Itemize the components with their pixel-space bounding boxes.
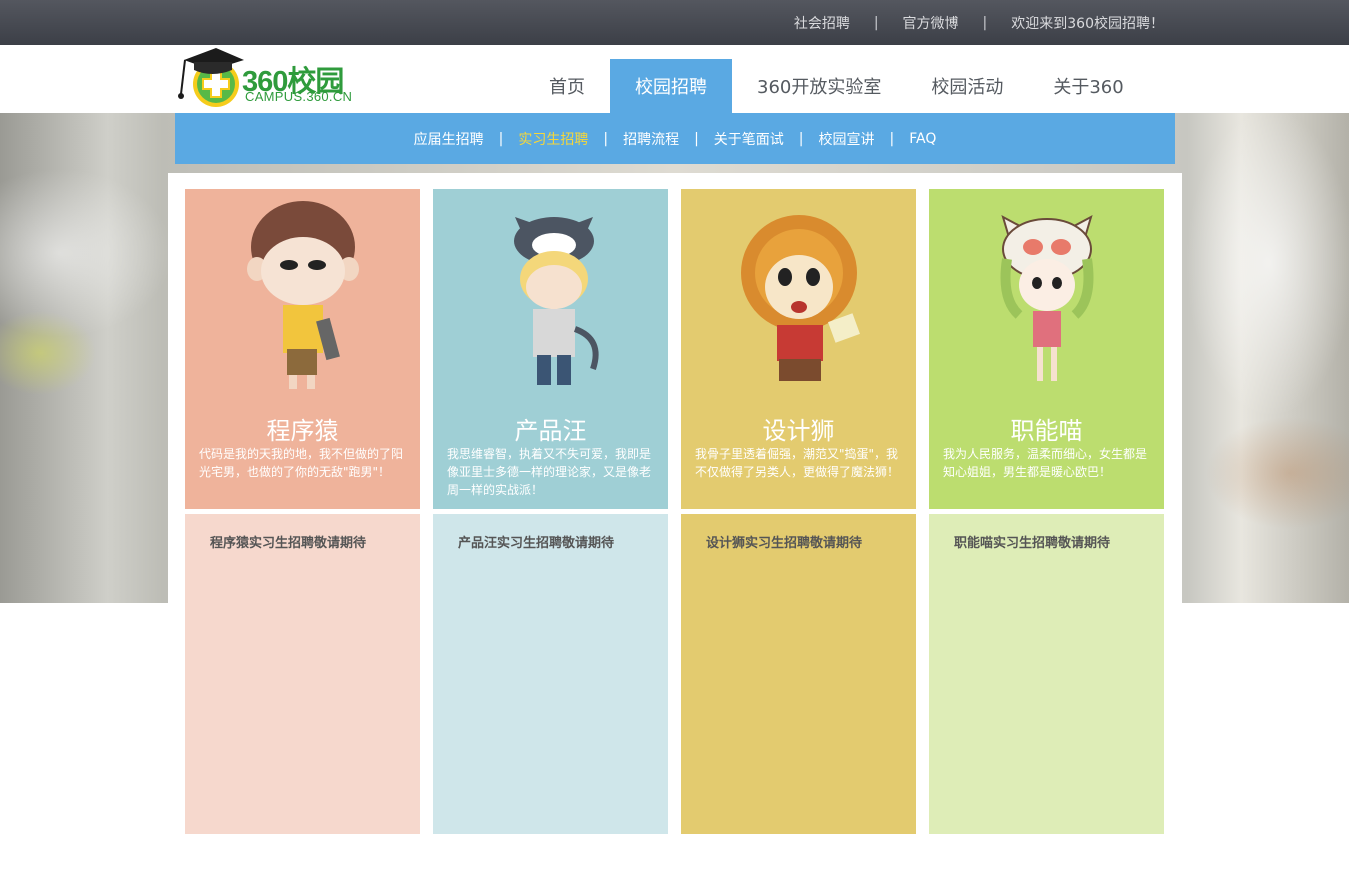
card-title: 职能喵 (1010, 417, 1083, 445)
card-notice: 设计狮实习生招聘敬请期待 (706, 536, 863, 551)
husky-product-icon (514, 217, 599, 385)
monkey-programmer-icon (247, 201, 359, 389)
card-top[interactable]: 产品汪 我思维睿智，执着又不失可爱，我即是像亚里士多德一样的理论家，又是像老周一… (433, 189, 668, 509)
separator: | (498, 130, 504, 147)
top-links: 社会招聘 | 官方微博 | 欢迎来到360校园招聘！ (794, 0, 1164, 45)
separator: | (798, 130, 804, 147)
sub-nav-presentation[interactable]: 校园宣讲 (819, 129, 875, 149)
graduation-cap-logo-icon (178, 48, 244, 107)
nav-item-campus-recruit[interactable]: 校园招聘 (610, 59, 732, 113)
sub-nav-process[interactable]: 招聘流程 (623, 129, 679, 149)
social-recruit-link[interactable]: 社会招聘 (794, 13, 850, 33)
card-bottom[interactable]: 设计狮实习生招聘敬请期待 (681, 514, 916, 834)
card-title: 设计狮 (762, 417, 835, 445)
card-title: 产品汪 (514, 417, 587, 445)
nav-item-campus-activity[interactable]: 校园活动 (906, 59, 1028, 113)
sub-nav-graduate[interactable]: 应届生招聘 (414, 129, 484, 149)
card-description: 我为人民服务，温柔而细心，女生都是知心姐姐，男生都是暖心欧巴！ (943, 447, 1148, 479)
card-description: 我思维睿智，执着又不失可爱，我即是像亚里士多德一样的理论家，又是像老周一样的实战… (447, 447, 652, 497)
sub-nav-intern[interactable]: 实习生招聘 (518, 129, 588, 149)
nav-item-open-lab[interactable]: 360开放实验室 (732, 59, 906, 113)
separator: | (873, 14, 879, 31)
content-panel: 程序猿 代码是我的天我的地，我不但做的了阳光宅男，也做的了你的无敌"跑男"！ 程… (168, 173, 1182, 853)
card-top[interactable]: 程序猿 代码是我的天我的地，我不但做的了阳光宅男，也做的了你的无敌"跑男"！ (185, 189, 420, 509)
separator: | (603, 130, 609, 147)
card-description: 代码是我的天我的地，我不但做的了阳光宅男，也做的了你的无敌"跑男"！ (199, 447, 404, 479)
official-weibo-link[interactable]: 官方微博 (903, 13, 959, 33)
card-notice: 职能喵实习生招聘敬请期待 (954, 536, 1111, 551)
nav-item-home[interactable]: 首页 (524, 59, 610, 113)
separator: | (982, 14, 988, 31)
card-notice: 产品汪实习生招聘敬请期待 (458, 536, 615, 551)
logo[interactable]: 360校园 CAMPUS.360.CN (176, 46, 376, 110)
separator: | (694, 130, 699, 147)
top-bar: 社会招聘 | 官方微博 | 欢迎来到360校园招聘！ (0, 0, 1349, 45)
card-bottom[interactable]: 职能喵实习生招聘敬请期待 (929, 514, 1164, 834)
card-top[interactable]: 设计狮 我骨子里透着倔强，潮范又"捣蛋"，我不仅做得了另类人，更做得了魔法狮！ (681, 189, 916, 509)
card-bottom[interactable]: 程序猿实习生招聘敬请期待 (185, 514, 420, 834)
sub-nav-faq[interactable]: FAQ (909, 131, 936, 147)
sub-nav-exam[interactable]: 关于笔面试 (714, 129, 784, 149)
card-title: 程序猿 (266, 417, 339, 445)
nav-item-about[interactable]: 关于360 (1028, 59, 1148, 113)
card-bottom[interactable]: 产品汪实习生招聘敬请期待 (433, 514, 668, 834)
cat-staff-icon (1000, 214, 1094, 381)
separator: | (889, 130, 895, 147)
welcome-text: 欢迎来到360校园招聘！ (1011, 15, 1164, 32)
sub-nav: 应届生招聘 | 实习生招聘 | 招聘流程 | 关于笔面试 | 校园宣讲 | FA… (175, 113, 1175, 164)
card-notice: 程序猿实习生招聘敬请期待 (210, 536, 367, 551)
lion-designer-icon (741, 215, 860, 381)
main-nav: 首页 校园招聘 360开放实验室 校园活动 关于360 (524, 59, 1149, 113)
logo-subtext: CAMPUS.360.CN (245, 89, 353, 104)
card-description: 我骨子里透着倔强，潮范又"捣蛋"，我不仅做得了另类人，更做得了魔法狮！ (695, 447, 900, 479)
card-top[interactable]: 职能喵 我为人民服务，温柔而细心，女生都是知心姐姐，男生都是暖心欧巴！ (929, 189, 1164, 509)
